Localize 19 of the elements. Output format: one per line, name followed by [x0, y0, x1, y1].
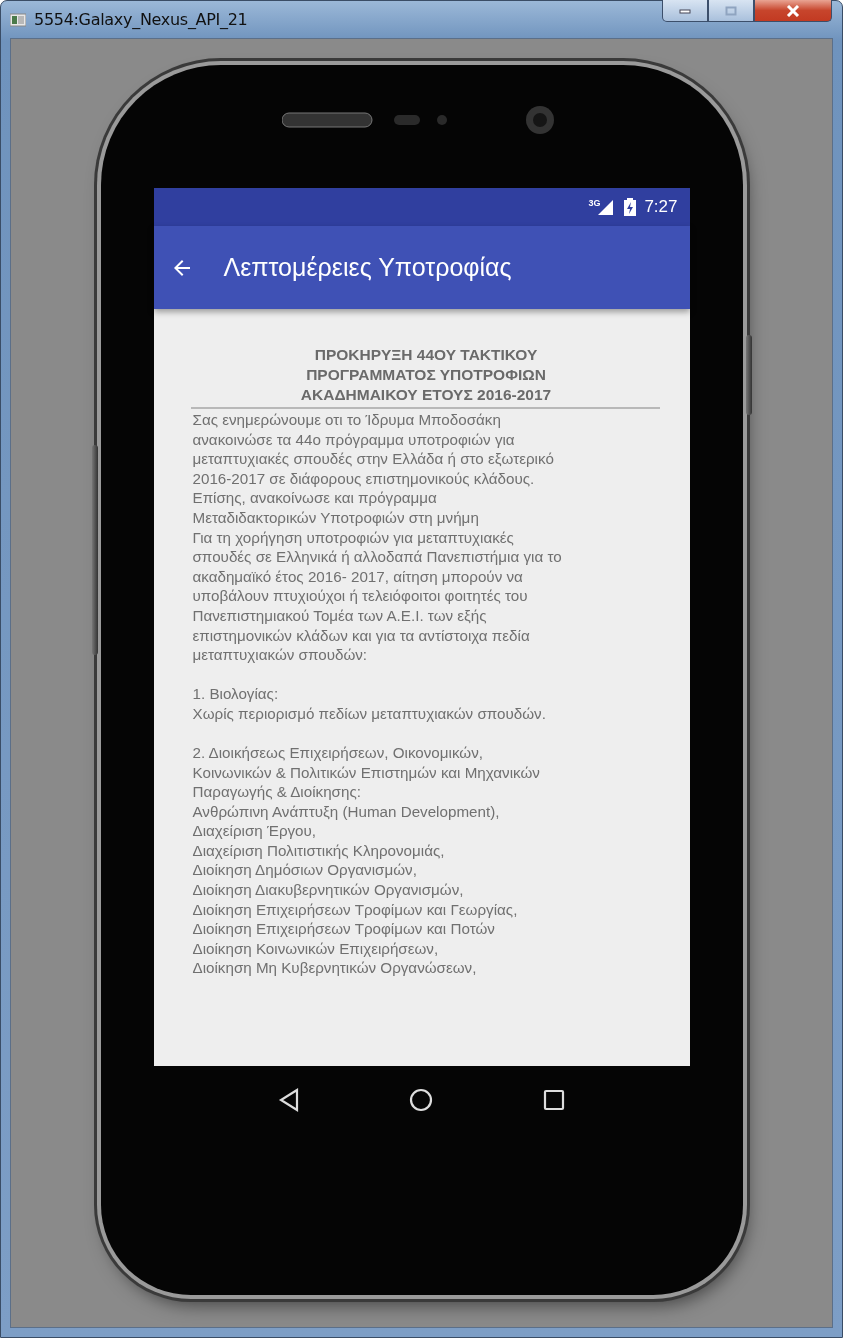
- maximize-button[interactable]: [708, 0, 754, 22]
- home-icon[interactable]: [409, 1088, 434, 1112]
- close-button[interactable]: [754, 0, 832, 22]
- back-icon[interactable]: [278, 1088, 301, 1112]
- body-paragraph: 2. Διοικήσεως Επιχειρήσεων, Οικονομικών, Κοινωνικών & Πολιτικών Επιστημών και Μηχανικών Παραγωγής & Διοίκησης: Ανθρώπινη Ανάπτυξη (Human Development), Διαχείριση Έργου, Διαχείριση Πολιτιστικής Κληρονομιάς, Διοίκηση Δημόσιων Οργανισμών, Διοίκηση Διακυβερνητικών Οργανισμών, Διοίκηση Επιχειρήσεων Τροφίμων και Γεωργίας, Διοίκηση Επιχειρήσεων Τροφίμων και Ποτών Διοίκηση Κοινωνικών Επιχειρήσεων, Διοίκηση Μη Κυβερνητικών Οργανώσεων,: [192, 742, 541, 979]
- screen-title: Λεπτομέρειες Υποτροφίας: [223, 253, 512, 282]
- announcement-heading: ΠΡΟΚΗΡΥΞΗ 44ΟΥ ΤΑΚΤΙΚΟΥ ΠΡΟΓΡΑΜΜΑΤΟΣ ΥΠΟΤΡΟΦΙΩΝ ΑΚΑΔΗΜΑΙΚΟΥ ΕΤΟΥΣ 2016-2017: [299, 345, 553, 405]
- maximize-icon: [725, 5, 737, 16]
- battery-icon: [624, 198, 637, 216]
- overview-icon[interactable]: [542, 1089, 565, 1111]
- minimize-icon: [679, 7, 691, 14]
- window-title: 5554:Galaxy_Nexus_API_21: [34, 10, 248, 29]
- minimize-button[interactable]: [662, 0, 708, 22]
- network-type: 3G: [588, 198, 601, 208]
- close-icon: [786, 4, 800, 17]
- app-icon: [10, 12, 26, 27]
- body-paragraph: 1. Βιολογίας: Χωρίς περιορισμό πεδίων μεταπτυχιακών σπουδών.: [192, 684, 547, 724]
- body-paragraph: Σας ενημερώνουμε οτι το Ίδρυμα Μποδοσάκη ανακοινώσε τα 44ο πρόγραμμα υποτροφιών για μεταπτυχιακές σπουδές στην Ελλάδα ή στο εξωτερικό 2016-2017 σε διάφορους επιστημονικούς κλάδους. Επίσης, ανακοίνωσε και πρόγραμμα Μεταδιδακτορικών Υποτροφιών στη μνήμη Για τη χορήγηση υποτροφιών για μεταπτυχιακές σπουδές σε Ελληνικά ή αλλοδαπά Πανεπιστήμια για το ακαδημαϊκό έτος 2016- 2017, αίτηση μπορούν να υποβάλουν πτυχιούχοι ή τελειόφοιτοι φοιτητές του Πανεπιστημιακού Τομέα των Α.Ε.Ι. των εξής επιστημονικών κλάδων και για τα αντίστοιχα πεδία μεταπτυχιακών σπουδών:: [192, 410, 563, 665]
- clock: 7:27: [644, 197, 678, 217]
